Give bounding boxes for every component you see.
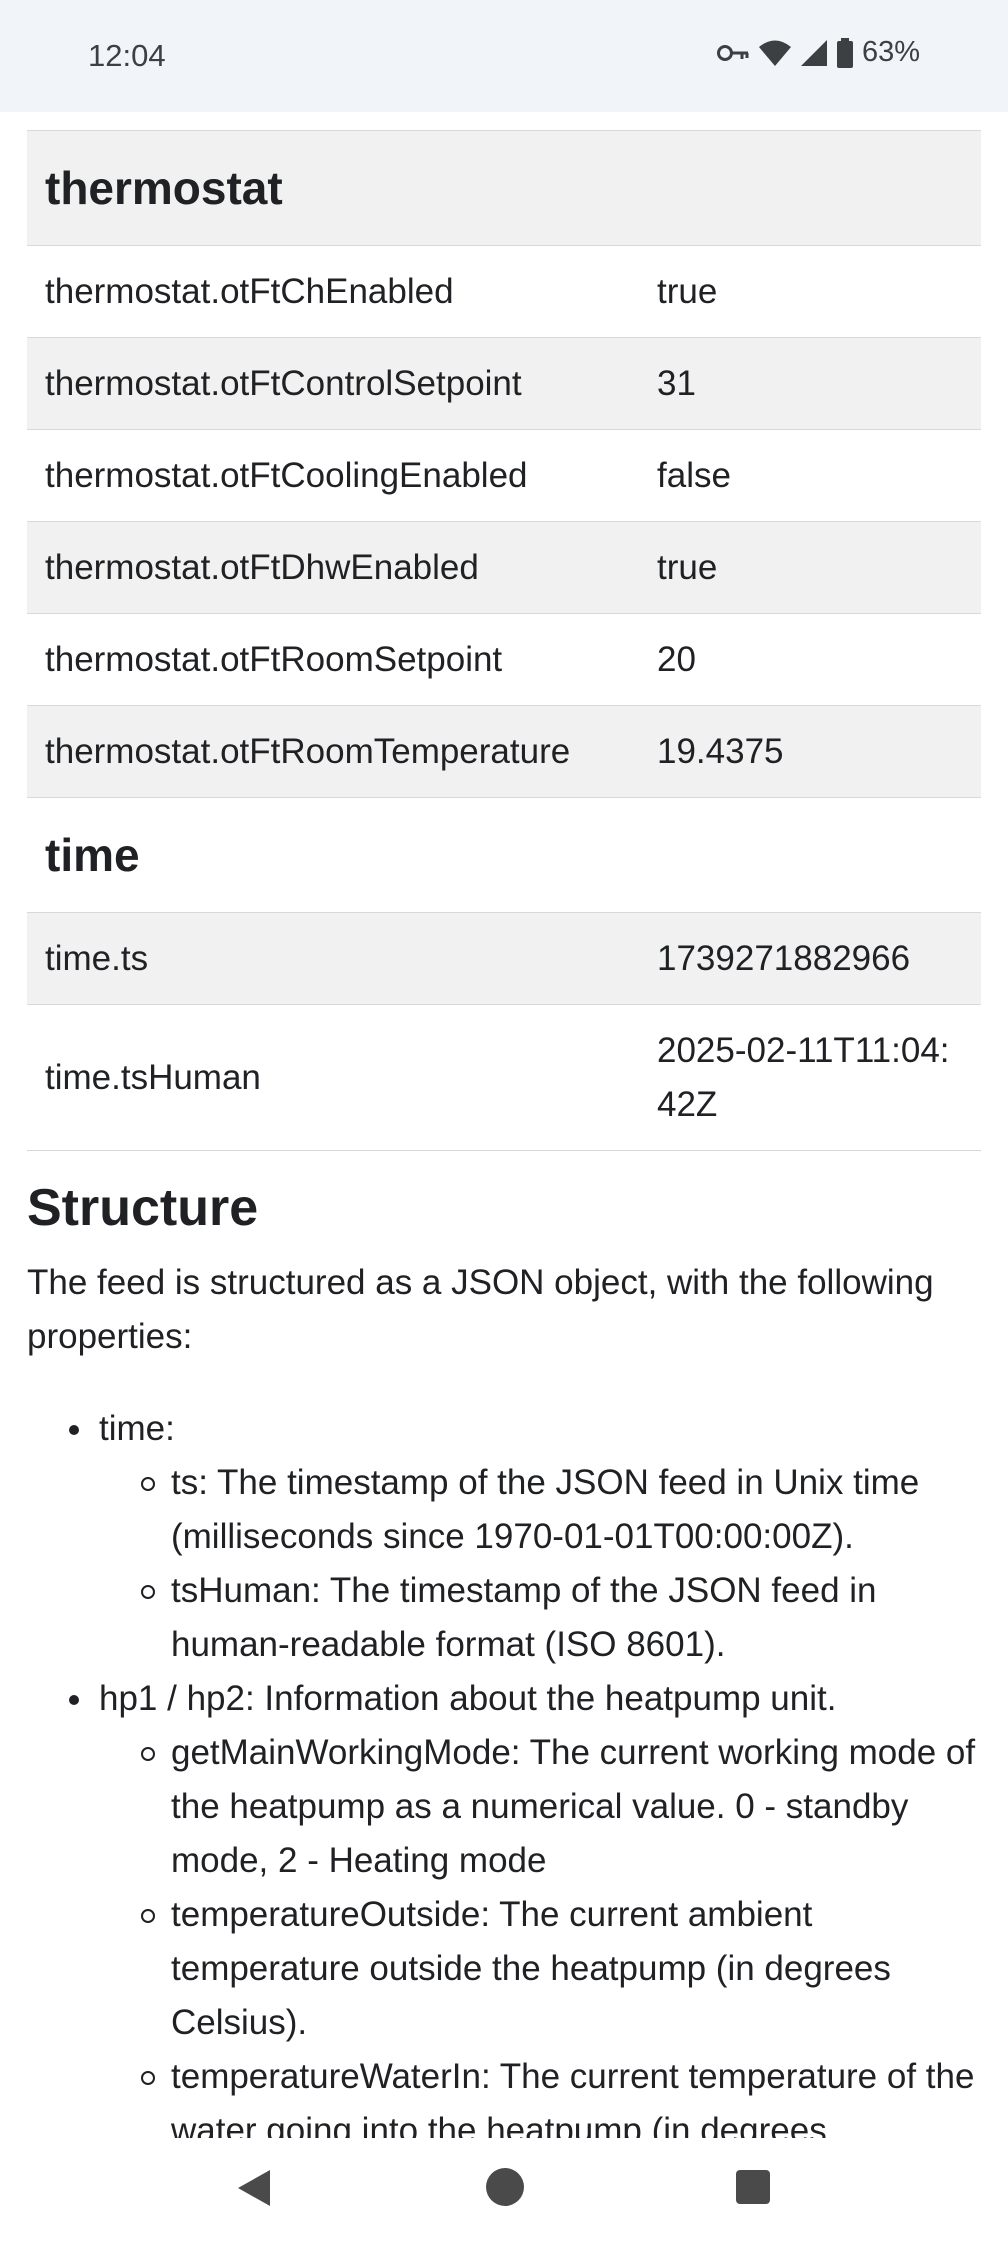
sub-property-list: getMainWorkingMode: The current working … [99,1726,981,2138]
feed-values-table: thermostat thermostat.otFtChEnabled true… [27,130,981,1151]
list-item-label: hp1 / hp2: Information about the heatpum… [99,1679,837,1718]
status-time: 12:04 [88,38,166,73]
property-value: true [639,245,981,338]
structure-heading: Structure [27,1179,259,1237]
battery-percent: 63% [861,36,920,68]
property-value: true [639,521,981,614]
structure-intro: The feed is structured as a JSON object,… [27,1263,934,1356]
property-value: false [639,429,981,522]
recents-icon[interactable] [734,2168,772,2211]
property-key: thermostat.otFtRoomSetpoint [27,613,639,706]
list-item: ts: The timestamp of the JSON feed in Un… [99,1456,981,1564]
list-item: temperatureOutside: The current ambient … [99,1888,981,2050]
property-value: 1739271882966 [639,912,981,1005]
section-header-time: time [27,797,981,913]
property-value: 2025-02-11T11:04:42Z [639,1004,981,1151]
property-value: 20 [639,613,981,706]
table-row: thermostat.otFtControlSetpoint 31 [27,337,981,430]
status-icons: 63% [716,36,920,69]
table-row: thermostat.otFtRoomTemperature 19.4375 [27,705,981,798]
home-icon[interactable] [484,2166,526,2213]
section-title: time [27,797,981,913]
property-key: time.tsHuman [27,1004,639,1151]
battery-icon [836,37,854,68]
property-key: thermostat.otFtDhwEnabled [27,521,639,614]
table-row: thermostat.otFtRoomSetpoint 20 [27,613,981,706]
status-bar: 12:04 63% [0,0,1008,112]
signal-icon [800,39,828,67]
key-icon [716,42,750,64]
property-value: 31 [639,337,981,430]
section-header-thermostat: thermostat [27,130,981,246]
list-item-label: time: [99,1409,175,1448]
list-item: hp1 / hp2: Information about the heatpum… [27,1672,981,2138]
sub-property-list: ts: The timestamp of the JSON feed in Un… [99,1456,981,1672]
table-row: thermostat.otFtCoolingEnabled false [27,429,981,522]
table-row: time.ts 1739271882966 [27,912,981,1005]
list-item: time: ts: The timestamp of the JSON feed… [27,1402,981,1672]
page-content[interactable]: thermostat thermostat.otFtChEnabled true… [0,112,1008,2138]
list-item: tsHuman: The timestamp of the JSON feed … [99,1564,981,1672]
wifi-icon [758,39,792,67]
list-item: temperatureWaterIn: The current temperat… [99,2050,981,2138]
property-key: thermostat.otFtControlSetpoint [27,337,639,430]
property-key: thermostat.otFtCoolingEnabled [27,429,639,522]
table-row: thermostat.otFtDhwEnabled true [27,521,981,614]
property-value: 19.4375 [639,705,981,798]
list-item: getMainWorkingMode: The current working … [99,1726,981,1888]
property-key: time.ts [27,912,639,1005]
table-row: time.tsHuman 2025-02-11T11:04:42Z [27,1004,981,1151]
section-title: thermostat [27,130,981,246]
structure-section: Structure The feed is structured as a JS… [27,1178,981,2138]
back-icon[interactable] [232,2166,276,2215]
property-key: thermostat.otFtRoomTemperature [27,705,639,798]
table-row: thermostat.otFtChEnabled true [27,245,981,338]
property-list: time: ts: The timestamp of the JSON feed… [27,1402,981,2138]
navigation-bar [0,2138,1008,2244]
property-key: thermostat.otFtChEnabled [27,245,639,338]
